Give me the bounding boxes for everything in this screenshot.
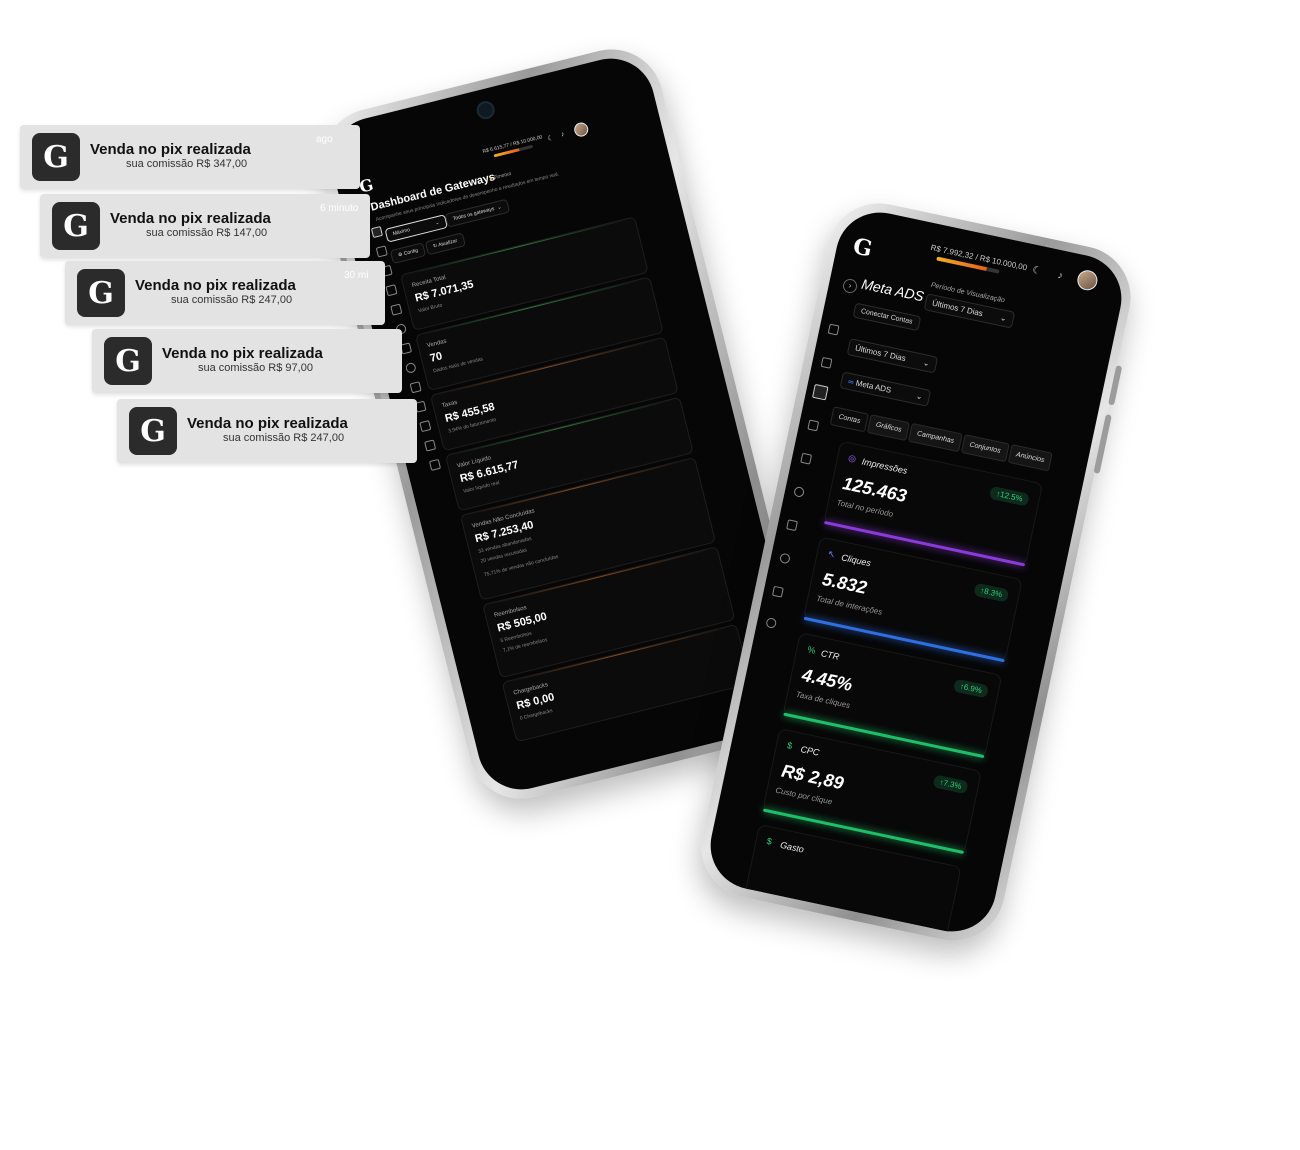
metric-icon: ◎	[847, 452, 858, 464]
notification-card[interactable]: G Venda no pix realizada sua comissão R$…	[117, 399, 417, 463]
notification-subtitle: sua comissão R$ 247,00	[171, 294, 293, 306]
edit-icon[interactable]	[428, 458, 442, 471]
card-sub: Valor Bruto	[417, 302, 444, 315]
book-icon[interactable]	[800, 452, 813, 465]
metric-change-badge: ↑8.3%	[973, 582, 1010, 603]
tab-conjuntos[interactable]: Conjuntos	[960, 434, 1010, 463]
notification-card[interactable]: G Venda no pix realizada sua comissão R$…	[65, 261, 385, 325]
notification-subtitle: sua comissão R$ 97,00	[198, 362, 313, 374]
tab-campanhas[interactable]: Campanhas	[908, 422, 963, 453]
robot-icon[interactable]	[409, 381, 422, 394]
notification-card[interactable]: G Venda no pix realizada sua comissão R$…	[20, 125, 360, 189]
meta-logo-icon: ∞	[847, 376, 855, 387]
notification-card[interactable]: G Venda no pix realizada sua comissão R$…	[40, 194, 370, 258]
card-value: 70	[428, 350, 444, 365]
notification-time: 30 mi	[344, 270, 369, 281]
avatar[interactable]	[572, 121, 590, 139]
line-chart-icon[interactable]	[811, 383, 829, 401]
pulse-icon[interactable]	[419, 420, 432, 433]
metric-sub: Total de interações	[815, 593, 884, 617]
calendar-icon[interactable]	[786, 519, 798, 532]
connect-accounts-button[interactable]: Conectar Contas	[852, 302, 921, 332]
metric-change-badge: ↑6.9%	[952, 678, 989, 699]
notification-subtitle: sua comissão R$ 247,00	[223, 432, 345, 444]
platform-select[interactable]: ∞ Meta ADS ⌄	[839, 371, 932, 407]
metric-icon: %	[806, 644, 817, 656]
tab-anúncios[interactable]: Anúncios	[1007, 444, 1054, 472]
page-title: Meta ADS	[860, 275, 926, 305]
chart-bar-icon[interactable]	[827, 323, 840, 336]
settings-icon[interactable]	[765, 617, 778, 629]
metric-icon: $	[786, 740, 794, 751]
right-phone-screen: G R$ 7.992,32 / R$ 10.000,00 ☾ ♪ › Meta …	[702, 204, 1130, 940]
notification-subtitle: sua comissão R$ 347,00	[126, 158, 248, 170]
chart-bar-icon[interactable]	[370, 225, 384, 239]
notification-title: Venda no pix realizada	[110, 210, 271, 227]
notification-time: ago	[316, 134, 333, 145]
metric-label: Cliques	[840, 552, 872, 569]
metric-change-badge: ↑7.3%	[932, 774, 969, 795]
avatar[interactable]	[1075, 268, 1100, 293]
metric-value: 5.832	[820, 568, 869, 598]
tab-contas[interactable]: Contas	[829, 406, 870, 433]
book-icon[interactable]	[390, 303, 403, 316]
brand-logo-icon: G	[32, 133, 80, 181]
brand-logo-icon: G	[129, 407, 177, 455]
theme-toggle-icon[interactable]: ☾	[547, 134, 555, 143]
notification-subtitle: sua comissão R$ 147,00	[146, 227, 268, 239]
card-icon[interactable]	[424, 439, 437, 452]
metric-icon: ↖	[826, 548, 837, 560]
notification-card[interactable]: G Venda no pix realizada sua comissão R$…	[92, 329, 402, 393]
card-label: Vendas	[426, 338, 448, 350]
metric-label: Impressões	[860, 456, 909, 476]
notification-title: Venda no pix realizada	[187, 415, 348, 432]
network-icon[interactable]	[404, 361, 417, 374]
range-select[interactable]: Últimos 7 Dias ⌄	[846, 338, 939, 374]
grid-icon[interactable]	[385, 284, 398, 297]
theme-toggle-icon[interactable]: ☾	[1031, 265, 1042, 278]
gear-icon[interactable]	[793, 486, 806, 498]
config-button[interactable]: ⚙ Config	[389, 242, 427, 265]
brand-logo-icon: G	[52, 202, 100, 250]
bell-icon[interactable]: ♪	[1057, 270, 1064, 282]
grid-icon[interactable]	[807, 419, 820, 432]
collapse-sidebar-button[interactable]: ›	[841, 277, 859, 295]
camera-notch	[474, 99, 497, 122]
brand-logo: G	[850, 233, 875, 263]
metric-label: CPC	[799, 744, 821, 758]
tab-gráficos[interactable]: Gráficos	[867, 414, 911, 442]
notification-title: Venda no pix realizada	[90, 141, 251, 158]
notification-title: Venda no pix realizada	[135, 277, 296, 294]
metric-icon: $	[765, 835, 773, 847]
notification-title: Venda no pix realizada	[162, 345, 323, 362]
metric-label: Gasto	[779, 839, 805, 855]
notification-time: 6 minuto	[320, 203, 359, 214]
trending-icon[interactable]	[375, 245, 388, 258]
robot-icon[interactable]	[771, 585, 784, 598]
network-icon[interactable]	[779, 552, 791, 565]
metric-accent-glow	[742, 904, 944, 940]
brand-logo-icon: G	[104, 337, 152, 385]
trending-icon[interactable]	[820, 356, 833, 369]
card-label: Taxas	[441, 399, 459, 410]
bell-icon[interactable]: ♪	[560, 131, 565, 139]
right-phone: G R$ 7.992,32 / R$ 10.000,00 ☾ ♪ › Meta …	[691, 193, 1141, 951]
refresh-button[interactable]: ↻ Atualizar	[424, 232, 466, 256]
metric-change-badge: ↑12.5%	[989, 485, 1030, 507]
metric-label: CTR	[820, 648, 841, 662]
brand-logo-icon: G	[77, 269, 125, 317]
